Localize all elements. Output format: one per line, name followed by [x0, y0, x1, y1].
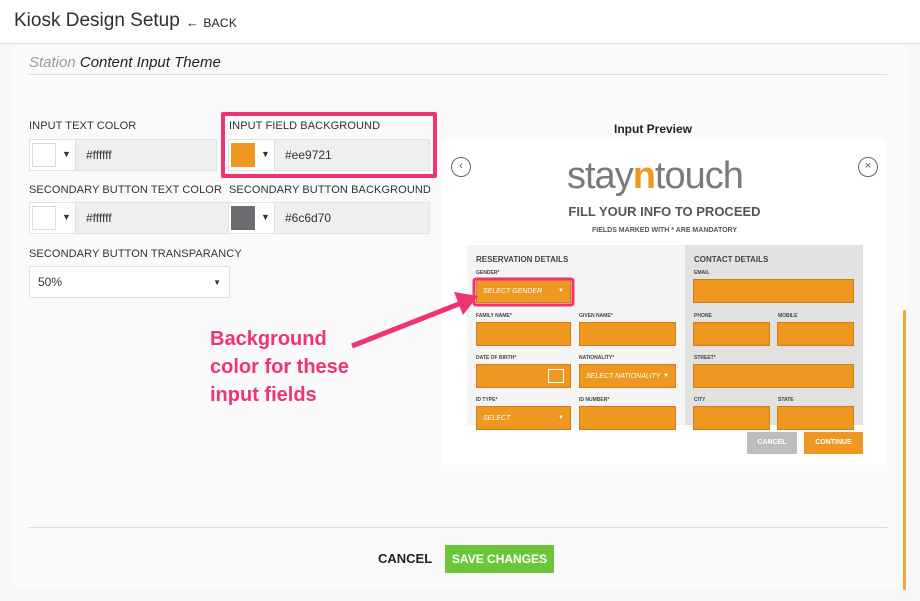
preview-heading: FILL YOUR INFO TO PROCEED: [568, 204, 761, 219]
family-name-input: [476, 322, 571, 346]
transparancy-value: 50%: [38, 275, 63, 289]
secondary-button-transparancy-label: SECONDARY BUTTON TRANSPARANCY: [29, 248, 242, 260]
input-text-color-label: INPUT TEXT COLOR: [29, 120, 137, 132]
input-text-color-field[interactable]: ▼ #ffffff: [29, 139, 217, 171]
contact-panel: CONTACT DETAILS EMAIL PHONE MOBILE STREE…: [685, 245, 863, 430]
close-circle-icon: ×: [858, 157, 878, 177]
caret-down-icon: ▼: [213, 278, 221, 287]
date-of-birth-label: DATE OF BIRTH*: [476, 355, 517, 361]
color-picker[interactable]: ▼: [229, 203, 275, 233]
section-title: Station Content Input Theme: [29, 54, 221, 71]
scrollbar[interactable]: [903, 310, 906, 590]
secondary-button-text-color-field[interactable]: ▼ #ffffff: [29, 202, 229, 234]
caret-down-icon: ▼: [62, 212, 71, 222]
color-picker[interactable]: ▼: [30, 140, 76, 170]
color-swatch: [231, 206, 255, 230]
id-type-select: SELECT ▼: [476, 406, 571, 430]
state-input: [777, 406, 854, 430]
save-changes-button[interactable]: SAVE CHANGES: [445, 545, 554, 573]
arrow-left-icon: ←: [186, 15, 200, 30]
mobile-input: [777, 322, 854, 346]
footer-divider: [29, 527, 887, 528]
annotation-line: Background: [210, 328, 327, 350]
annotation-text: Background color for these input fields: [210, 325, 349, 409]
nationality-placeholder: SELECT NATIONALITY: [586, 373, 661, 380]
transparancy-select[interactable]: 50% ▼: [29, 266, 230, 298]
annotation-line: input fields: [210, 384, 317, 406]
street-label: STREET*: [694, 355, 716, 361]
given-name-input: [579, 322, 676, 346]
input-preview: ‹ × stayntouch FILL YOUR INFO TO PROCEED…: [443, 139, 886, 465]
caret-down-icon: ▼: [663, 373, 669, 379]
calendar-icon: [548, 369, 564, 383]
date-of-birth-input: [476, 364, 571, 388]
color-swatch: [32, 206, 56, 230]
gender-select: SELECT GENDER ▼: [476, 279, 571, 303]
reservation-details-heading: RESERVATION DETAILS: [476, 255, 569, 264]
phone-label: PHONE: [694, 313, 712, 319]
logo-part: stay: [567, 155, 634, 197]
id-type-label: ID TYPE*: [476, 397, 498, 403]
page-title: Kiosk Design Setup: [14, 10, 180, 31]
chevron-left-circle-icon: ‹: [451, 157, 471, 177]
cancel-button[interactable]: CANCEL: [378, 551, 432, 566]
caret-down-icon: ▼: [62, 149, 71, 159]
color-swatch: [32, 143, 56, 167]
nationality-label: NATIONALITY*: [579, 355, 615, 361]
section-divider: [29, 74, 887, 75]
state-label: STATE: [778, 397, 794, 403]
street-input: [693, 364, 854, 388]
mobile-label: MOBILE: [778, 313, 798, 319]
gender-label: GENDER*: [476, 270, 500, 276]
hex-value: #6c6d70: [285, 211, 332, 225]
preview-continue-button: CONTINUE: [804, 432, 863, 454]
city-input: [693, 406, 770, 430]
top-bar: Kiosk Design Setup ← BACK: [0, 0, 920, 44]
highlight-frame: [221, 112, 437, 178]
preview-title: Input Preview: [614, 122, 693, 136]
caret-down-icon: ▼: [558, 288, 564, 294]
reservation-panel: RESERVATION DETAILS GENDER* SELECT GENDE…: [467, 245, 685, 430]
preview-cancel-button: CANCEL: [747, 432, 797, 454]
secondary-button-text-color-label: SECONDARY BUTTON TEXT COLOR: [29, 184, 223, 196]
contact-details-heading: CONTACT DETAILS: [694, 255, 769, 264]
stayntouch-logo: stayntouch: [567, 155, 744, 198]
logo-part: touch: [654, 155, 744, 197]
city-label: CITY: [694, 397, 706, 403]
caret-down-icon: ▼: [558, 415, 564, 421]
email-input: [693, 279, 854, 303]
caret-down-icon: ▼: [261, 212, 270, 222]
back-button[interactable]: ← BACK: [186, 15, 237, 30]
preview-form: RESERVATION DETAILS GENDER* SELECT GENDE…: [467, 245, 863, 430]
family-name-label: FAMILY NAME*: [476, 313, 512, 319]
phone-input: [693, 322, 770, 346]
section-title-muted: Station: [29, 54, 76, 71]
secondary-button-background-field[interactable]: ▼ #6c6d70: [228, 202, 430, 234]
id-number-label: ID NUMBER*: [579, 397, 610, 403]
nationality-select: SELECT NATIONALITY ▼: [579, 364, 676, 388]
given-name-label: GIVEN NAME*: [579, 313, 613, 319]
hex-value: #ffffff: [86, 148, 112, 162]
id-type-placeholder: SELECT: [483, 415, 511, 422]
section-title-main: Content Input Theme: [79, 54, 221, 71]
secondary-button-background-label: SECONDARY BUTTON BACKGROUND: [229, 184, 431, 196]
email-label: EMAIL: [694, 270, 710, 276]
gender-placeholder: SELECT GENDER: [483, 288, 543, 295]
hex-value: #ffffff: [86, 211, 112, 225]
id-number-input: [579, 406, 676, 430]
preview-subheading: FIELDS MARKED WITH * ARE MANDATORY: [591, 227, 738, 234]
annotation-line: color for these: [210, 356, 349, 378]
color-picker[interactable]: ▼: [30, 203, 76, 233]
logo-part: n: [632, 155, 656, 197]
back-label: BACK: [203, 16, 238, 30]
